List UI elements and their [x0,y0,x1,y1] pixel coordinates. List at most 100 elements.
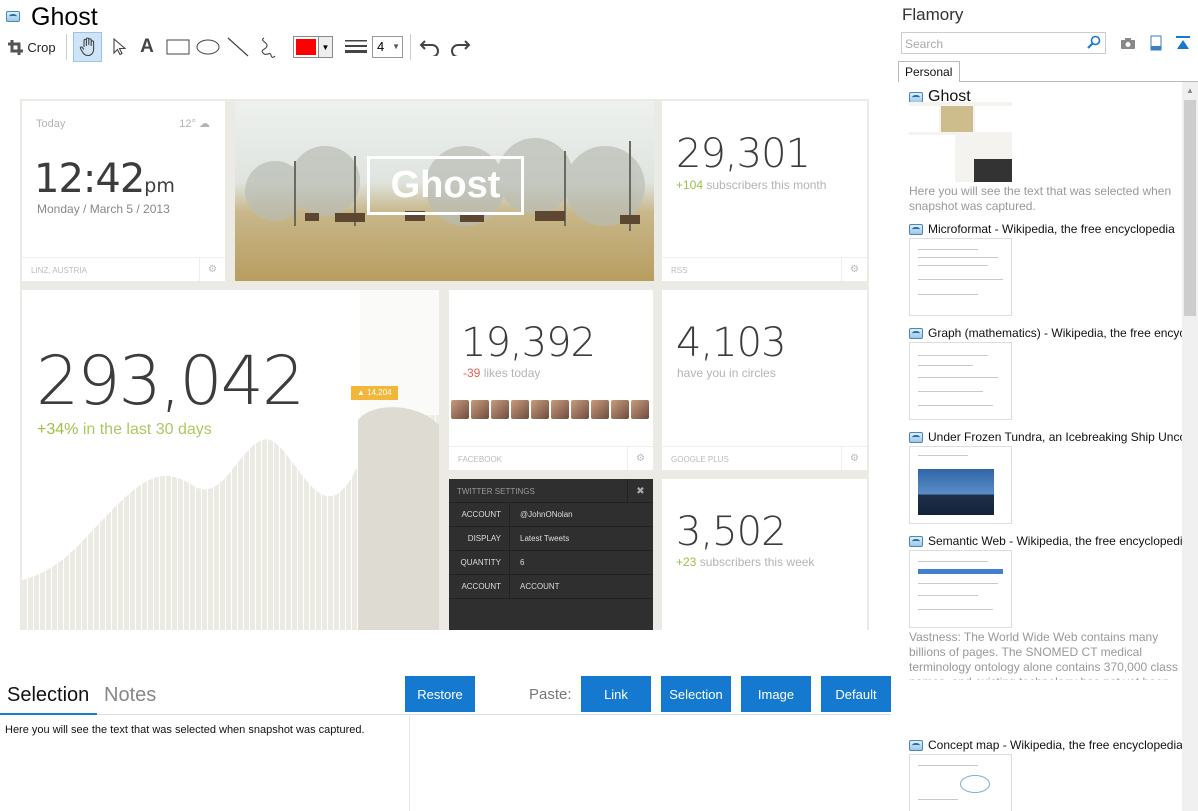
scroll-thumb[interactable] [1184,100,1196,316]
snapshot-list: Ghost Here you will see the text that wa… [909,82,1196,811]
thumbnail [909,754,1012,811]
paste-link-button[interactable]: Link [581,676,651,712]
gear-icon[interactable]: ⚙ [841,258,867,281]
thumbnail-block [909,106,939,132]
pointer-icon [113,38,126,56]
thumbnail-line [918,249,978,250]
line-width-button[interactable] [342,32,370,62]
card-footer: LINZ, AUSTRIA ⚙ [22,257,225,281]
main-stat-card: 293,042 +34% in the last 30 days ▲ 14,20… [22,290,439,630]
twitter-row-key: QUANTITY [460,558,501,567]
gear-icon[interactable]: ⚙ [627,447,653,470]
google-number: 4,103 [676,320,787,366]
thumbnail-photo [918,469,994,515]
list-item-title: Microformat - Wikipedia, the free encycl… [909,222,1196,236]
twitter-row-value: Latest Tweets [509,526,653,551]
ellipse-icon [196,39,220,55]
avatar [531,400,549,419]
rectangle-tool-button[interactable] [164,32,192,62]
text-tool-button[interactable]: A [135,32,159,62]
paste-image-button[interactable]: Image [741,676,811,712]
chevron-down-icon: ▼ [392,42,400,51]
pointer-tool-button[interactable] [106,32,132,62]
list-item-title: Under Frozen Tundra, an Icebreaking Ship… [909,430,1196,444]
pin-to-top-icon[interactable] [1175,35,1191,51]
document-icon[interactable] [1148,35,1164,51]
twitter-header-label: TWITTER SETTINGS [457,487,535,496]
gear-icon[interactable]: ⚙ [841,447,867,470]
freehand-tool-button[interactable] [255,32,281,62]
chart-marker-value: 14,204 [367,388,392,397]
thumbnail-highlight [918,569,1003,574]
redo-button[interactable] [446,32,474,62]
app-title: Flamory [902,5,964,24]
facebook-label: FACEBOOK [458,455,503,464]
redo-icon [451,40,471,56]
tab-selection[interactable]: Selection [7,684,89,707]
search-input[interactable]: Search [901,32,1106,54]
area-chart [22,290,439,630]
color-picker[interactable]: ▼ [293,36,333,58]
card-footer: FACEBOOK ⚙ [449,446,653,470]
thumbnail-line [918,583,998,584]
thumbnail-line [918,377,998,378]
thumbnail-line [918,799,958,800]
week-number: 3,502 [676,509,787,555]
chevron-up-icon[interactable]: ▲ [1186,86,1194,95]
crop-button[interactable]: Crop [4,32,60,62]
week-delta: +23 [676,555,697,569]
restore-button[interactable]: Restore [405,676,475,712]
avatar [551,400,569,419]
selection-text-area[interactable]: Here you will see the text that was sele… [5,724,365,736]
crop-icon [8,39,24,55]
gear-icon[interactable]: ⚙ [199,258,225,281]
line-icon [227,37,249,57]
pane-divider [409,714,410,811]
twitter-settings-panel: TWITTER SETTINGS ✖ ACCOUNT @JohnONolan DIS… [449,479,653,630]
search-icon[interactable] [1087,35,1101,49]
snapshot-image[interactable]: Today 12° ☁ 12:42pm Monday / March 5 / 2… [20,99,869,630]
thumbnail [909,550,1012,628]
thumbnail-line [918,355,988,356]
thumbnail-block [909,135,955,182]
card-footer: GOOGLE PLUS ⚙ [662,446,867,470]
list-item-title: Graph (mathematics) - Wikipedia, the fre… [909,326,1196,340]
thumbnail-line [918,279,1003,280]
ellipse-tool-button[interactable] [194,32,222,62]
twitter-row-value: 6 [509,550,653,575]
twitter-row-key: ACCOUNT [461,510,501,519]
close-icon[interactable]: ✖ [627,479,653,503]
camera-icon[interactable] [1120,35,1136,51]
thumbnail [909,238,1012,316]
twitter-row: QUANTITY 6 [449,550,653,575]
snapshot-icon [909,91,923,103]
snapshot-icon [909,223,923,235]
paste-selection-button[interactable]: Selection [661,676,731,712]
line-width-select[interactable]: 4 ▼ [372,36,403,58]
thumbnail-line [918,405,993,406]
hand-tool-button[interactable] [73,32,102,62]
twitter-row-value: ACCOUNT [509,574,653,599]
rss-card: 29,301 +104 subscribers this month RSS ⚙ [662,101,867,281]
avatar [491,400,509,419]
line-width-value: 4 [377,39,385,54]
thumbnail-line [918,257,998,258]
line-tool-button[interactable] [225,32,251,62]
twitter-row: ACCOUNT @JohnONolan [449,502,653,527]
paste-default-button[interactable]: Default [821,676,891,712]
google-label: GOOGLE PLUS [671,455,729,464]
snapshot-icon [909,535,923,547]
cloud-icon: ☁ [199,118,210,130]
tab-notes[interactable]: Notes [104,684,156,707]
card-footer: RSS ⚙ [662,257,867,281]
facebook-delta: -39 [463,366,481,380]
list-scrollbar[interactable]: ▲ [1182,82,1198,811]
avatar [631,400,649,419]
flamory-window: Ghost Crop A ▼ 4 ▼ Today 12° ☁ 12:42pm M… [0,0,1198,811]
tab-personal[interactable]: Personal [898,61,960,82]
thumbnail-line [918,294,978,295]
facebook-card: 19,392 -39 likes today FACEBOOK ⚙ [449,290,653,470]
snapshot-icon [6,11,20,22]
undo-button[interactable] [416,32,444,62]
drawing-toolbar: Crop A ▼ 4 ▼ [0,32,895,62]
